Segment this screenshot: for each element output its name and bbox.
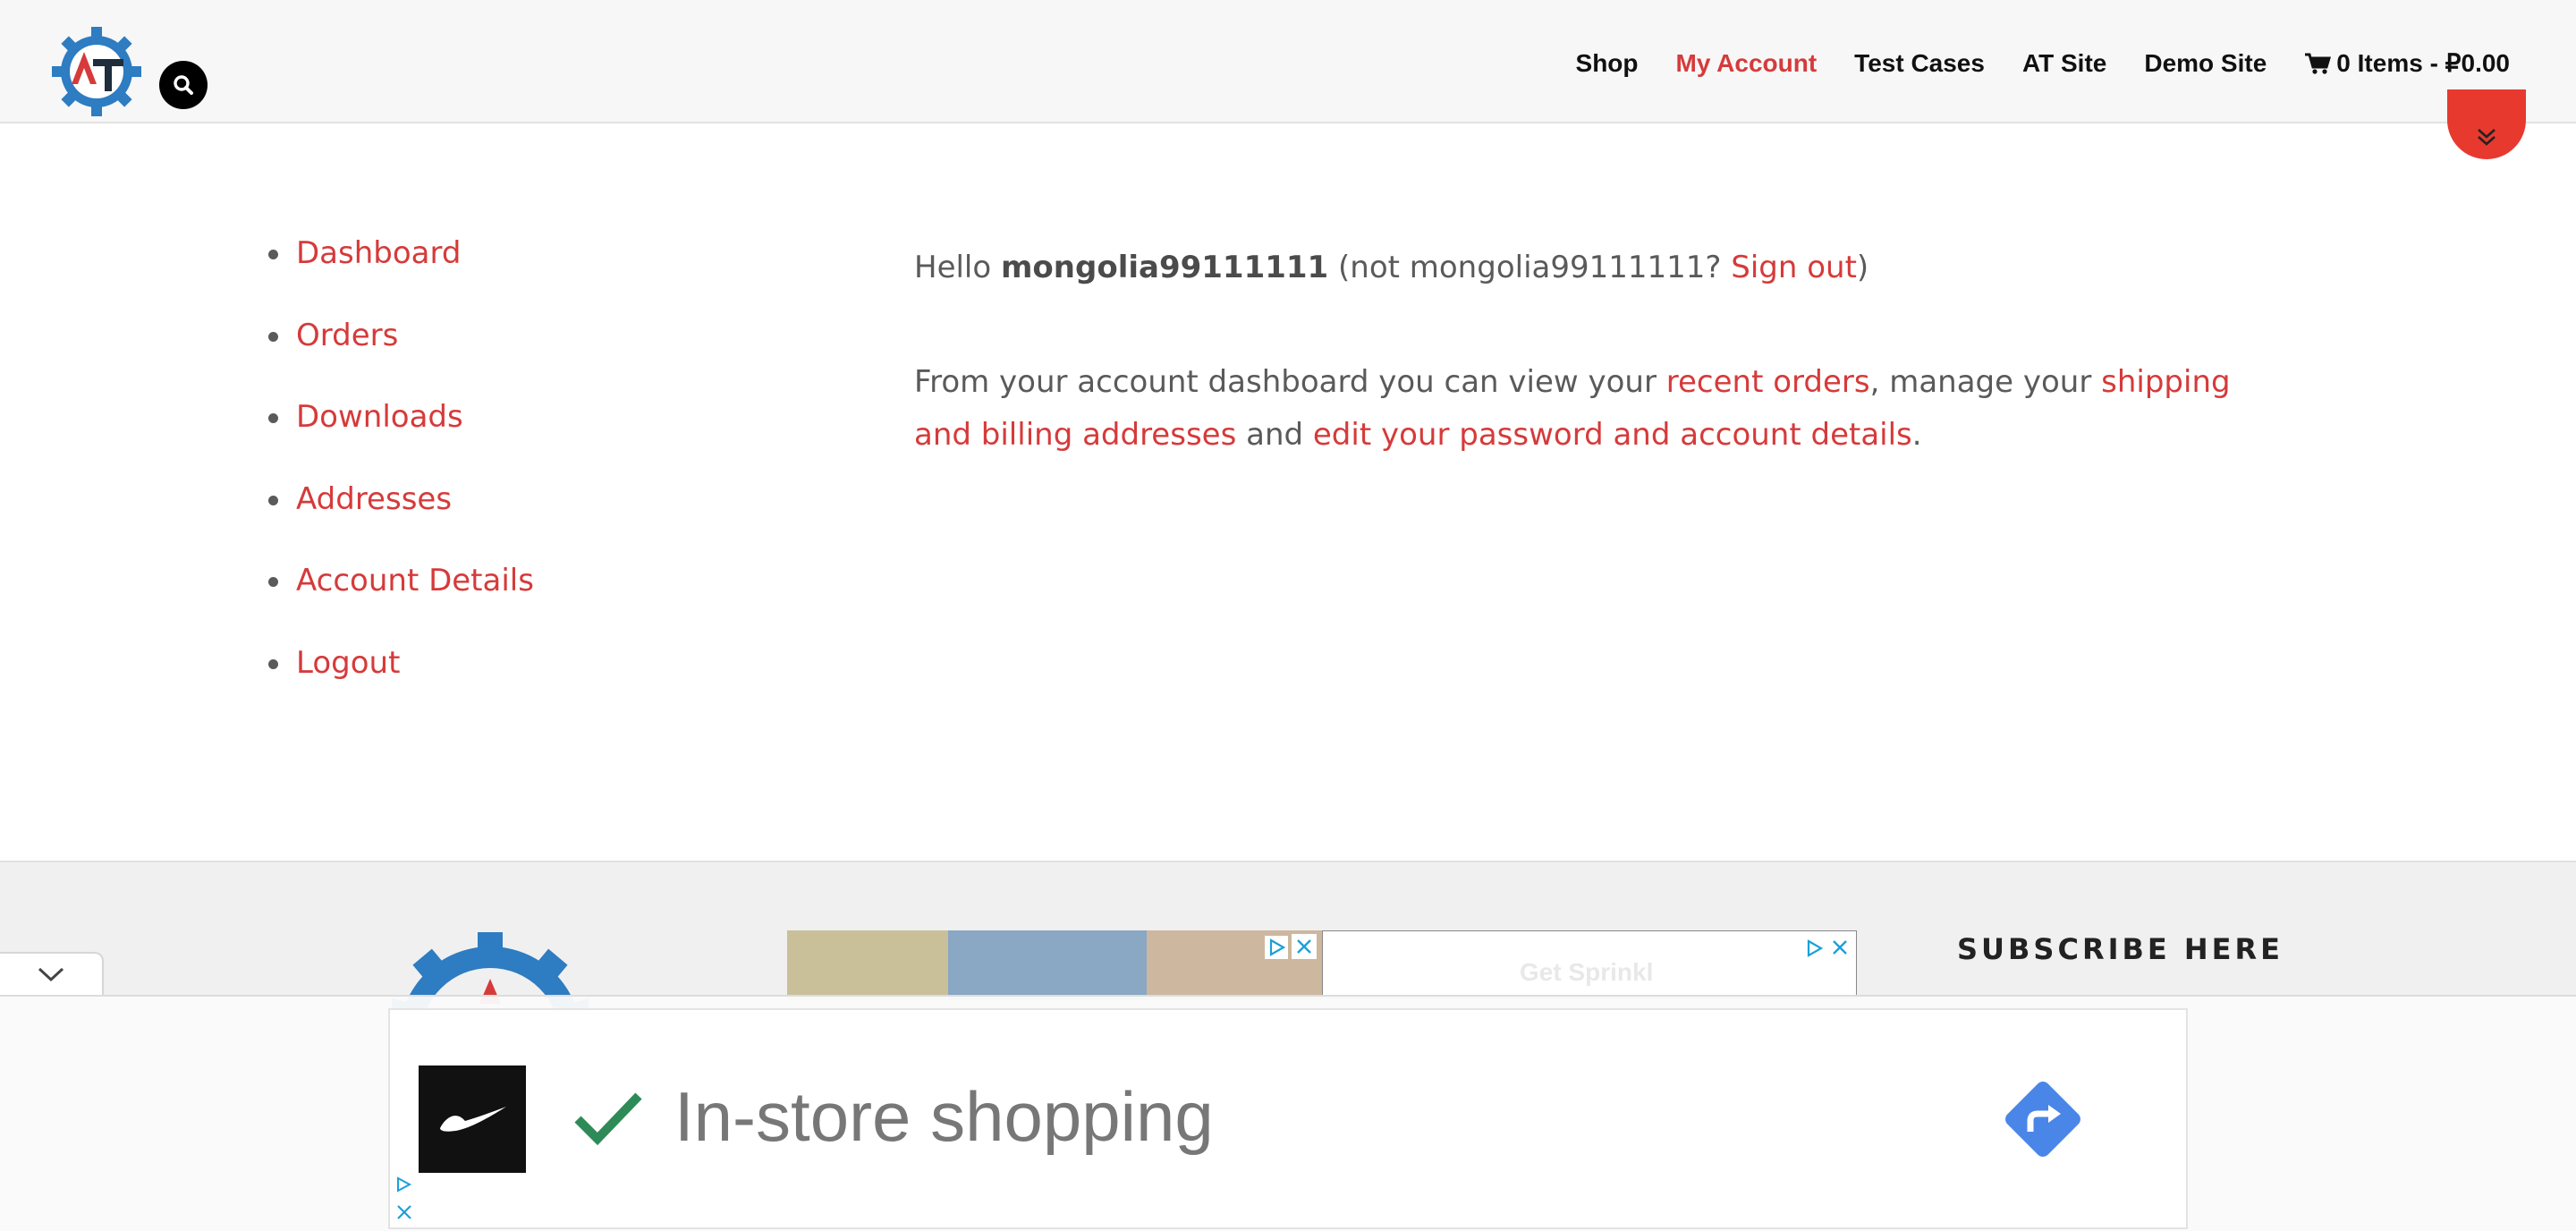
- desc-text-4: .: [1911, 417, 1922, 453]
- chevron-down-icon: [38, 967, 64, 982]
- account-nav-orders[interactable]: Orders: [296, 318, 398, 353]
- ad-ghost-text: Get Sprinkl: [1520, 958, 1654, 986]
- greeting-prefix: Hello: [914, 250, 1001, 285]
- account-nav-item: Orders: [267, 320, 534, 403]
- footer-ad-text[interactable]: Get Sprinkl: [1322, 930, 1857, 998]
- check-icon: [574, 1092, 642, 1146]
- dashboard-description: From your account dashboard you can view…: [914, 356, 2238, 462]
- account-nav-item: Account Details: [267, 565, 534, 648]
- site-logo[interactable]: [50, 25, 143, 118]
- adchoices-icon[interactable]: [394, 1175, 413, 1194]
- nav-test-cases[interactable]: Test Cases: [1854, 49, 1985, 78]
- account-nav-item: Addresses: [267, 484, 534, 566]
- desc-text-2: , manage your: [1869, 364, 2102, 400]
- recent-orders-link[interactable]: recent orders: [1666, 364, 1870, 400]
- sticky-ad-banner[interactable]: In-store shopping: [388, 1008, 2188, 1229]
- account-nav-item: Downloads: [267, 402, 534, 484]
- scroll-down-button[interactable]: [2447, 89, 2526, 159]
- ad-image-panel: [948, 930, 1147, 1000]
- greeting: Hello mongolia99111111 (not mongolia9911…: [914, 245, 2238, 290]
- account-navigation: Dashboard Orders Downloads Addresses Acc…: [267, 238, 534, 729]
- nike-swoosh-icon: [419, 1065, 526, 1173]
- footer-ad-image[interactable]: [787, 930, 1322, 1000]
- account-dashboard: Hello mongolia99111111 (not mongolia9911…: [914, 245, 2238, 462]
- adchoices-icon[interactable]: [1802, 937, 1826, 960]
- nav-my-account[interactable]: My Account: [1676, 49, 1818, 78]
- ad-image-panel: [787, 930, 948, 1000]
- double-chevron-down-icon: [2478, 129, 2496, 146]
- close-icon[interactable]: [1827, 935, 1852, 960]
- gear-logo-icon: [52, 27, 141, 116]
- close-icon[interactable]: [1292, 934, 1317, 959]
- swoosh-graphic: [440, 1107, 506, 1132]
- desc-text-1: From your account dashboard you can view…: [914, 364, 1666, 400]
- main-nav: Shop My Account Test Cases AT Site Demo …: [1538, 48, 2510, 78]
- ad-headline: In-store shopping: [674, 1077, 1214, 1156]
- greeting-suffix: ): [1856, 250, 1869, 285]
- collapse-ad-button[interactable]: [0, 952, 104, 995]
- not-user-text: (not mongolia99111111?: [1328, 250, 1732, 285]
- account-nav-downloads[interactable]: Downloads: [296, 399, 463, 435]
- account-nav-dashboard[interactable]: Dashboard: [296, 235, 461, 271]
- directions-icon[interactable]: [2000, 1076, 2086, 1162]
- adchoices-icon[interactable]: [1265, 936, 1288, 959]
- close-icon[interactable]: [394, 1201, 415, 1223]
- cart-icon: [2305, 53, 2332, 74]
- account-nav-addresses[interactable]: Addresses: [296, 481, 452, 517]
- account-nav-account-details[interactable]: Account Details: [296, 563, 534, 599]
- cart-summary: 0 Items - ₽0.00: [2336, 49, 2510, 77]
- account-details-link[interactable]: edit your password and account details: [1313, 417, 1912, 453]
- sign-out-link[interactable]: Sign out: [1731, 250, 1857, 285]
- subscribe-heading: SUBSCRIBE HERE: [1957, 932, 2284, 966]
- search-button[interactable]: [159, 61, 208, 109]
- account-nav-logout[interactable]: Logout: [296, 645, 400, 681]
- account-nav-item: Dashboard: [267, 238, 534, 320]
- nav-cart[interactable]: 0 Items - ₽0.00: [2304, 48, 2510, 78]
- nav-shop[interactable]: Shop: [1576, 49, 1639, 78]
- account-nav-item: Logout: [267, 648, 534, 730]
- search-icon: [174, 75, 193, 95]
- site-header: Shop My Account Test Cases AT Site Demo …: [0, 0, 2576, 123]
- nav-at-site[interactable]: AT Site: [2022, 49, 2106, 78]
- nav-demo-site[interactable]: Demo Site: [2144, 49, 2267, 78]
- username: mongolia99111111: [1001, 250, 1329, 285]
- desc-text-3: and: [1236, 417, 1313, 453]
